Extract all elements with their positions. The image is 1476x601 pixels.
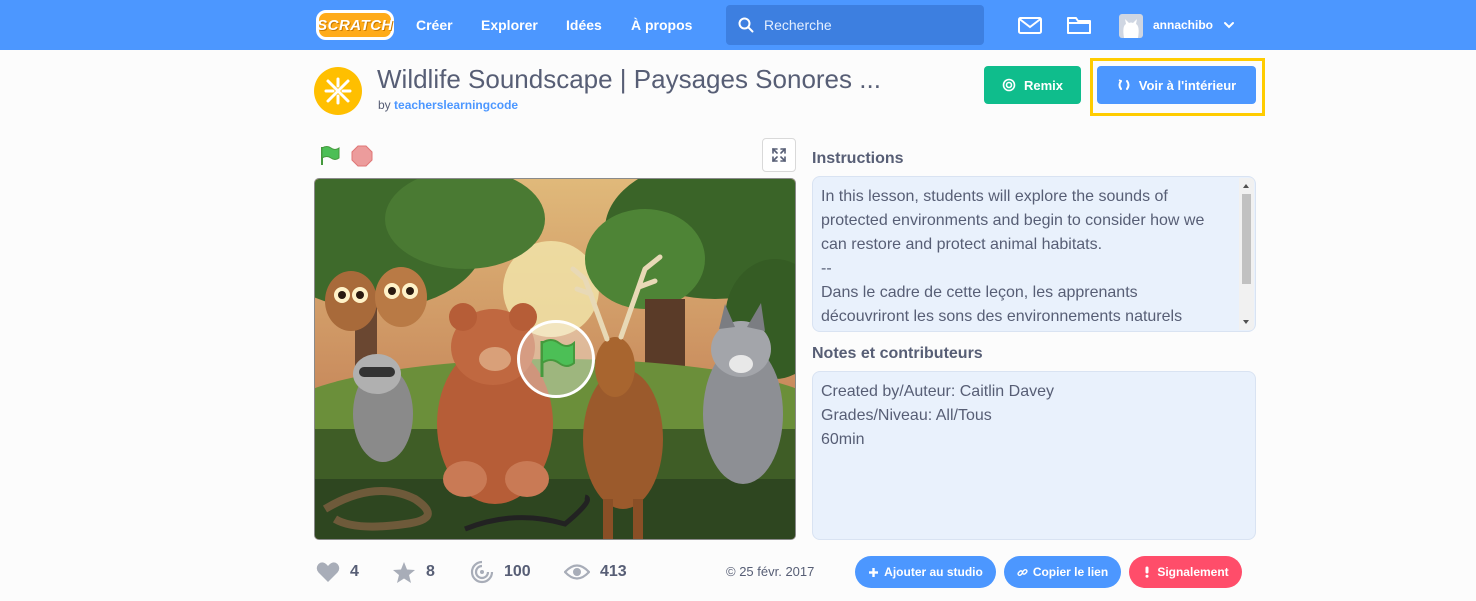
instructions-text[interactable]: In this lesson, students will explore th… — [821, 185, 1229, 329]
flag-report-icon — [1145, 566, 1149, 578]
favorites-count: 8 — [426, 563, 435, 580]
add-to-studio-label: Ajouter au studio — [884, 565, 983, 579]
chevron-down-icon[interactable] — [1222, 18, 1236, 32]
loves-stat[interactable]: 4 — [316, 558, 359, 586]
heart-icon — [316, 562, 340, 582]
messages-icon[interactable] — [1017, 13, 1043, 37]
views-count: 413 — [600, 563, 627, 580]
avatar[interactable] — [1119, 14, 1143, 38]
author-link[interactable]: teacherslearningcode — [394, 98, 518, 112]
nav-about[interactable]: À propos — [631, 0, 692, 50]
eye-icon — [564, 564, 590, 580]
author-avatar-icon — [324, 77, 352, 105]
add-to-studio-button[interactable]: Ajouter au studio — [855, 556, 996, 588]
scroll-down-icon[interactable] — [1243, 320, 1249, 324]
my-stuff-icon[interactable] — [1066, 13, 1092, 37]
project-stage[interactable] — [314, 178, 796, 540]
scratch-logo[interactable]: SCRATCH — [316, 10, 394, 40]
remix-button[interactable]: Remix — [984, 66, 1081, 104]
views-stat: 413 — [564, 558, 627, 586]
remix-label: Remix — [1023, 77, 1064, 93]
nav-explore[interactable]: Explorer — [481, 0, 538, 50]
report-label: Signalement — [1157, 565, 1229, 579]
notes-heading: Notes et contributeurs — [812, 345, 983, 362]
notes-box[interactable]: Created by/Auteur: Caitlin Davey Grades/… — [812, 371, 1256, 540]
nav-ideas[interactable]: Idées — [566, 0, 602, 50]
notes-text[interactable]: Created by/Auteur: Caitlin Davey Grades/… — [821, 380, 1241, 452]
byline: by teacherslearningcode — [378, 98, 518, 112]
remixes-stat: 100 — [470, 558, 531, 586]
username[interactable]: annachibo — [1153, 0, 1213, 50]
see-inside-label: Voir à l'intérieur — [1138, 77, 1237, 93]
link-icon — [1017, 568, 1028, 576]
avatar-cat-icon — [1123, 19, 1139, 38]
instructions-heading: Instructions — [812, 150, 904, 167]
loves-count: 4 — [350, 563, 359, 580]
top-nav: SCRATCH Créer Explorer Idées À propos an… — [0, 0, 1476, 50]
fullscreen-icon — [772, 148, 786, 162]
by-prefix: by — [378, 98, 391, 112]
green-flag-overlay-icon — [540, 339, 575, 377]
remix-icon — [1002, 78, 1016, 92]
fullscreen-button[interactable] — [762, 138, 796, 172]
green-flag-icon[interactable] — [319, 145, 341, 167]
copy-link-button[interactable]: Copier le lien — [1004, 556, 1121, 588]
scroll-up-icon[interactable] — [1243, 184, 1249, 188]
instructions-box[interactable]: In this lesson, students will explore th… — [812, 176, 1256, 332]
plus-icon — [869, 567, 879, 577]
start-overlay-button[interactable] — [517, 320, 595, 398]
scroll-thumb[interactable] — [1242, 194, 1251, 284]
star-icon — [393, 561, 415, 583]
see-inside-button[interactable]: Voir à l'intérieur — [1097, 66, 1256, 104]
project-title[interactable]: Wildlife Soundscape | Paysages Sonores .… — [377, 64, 937, 95]
search-icon — [738, 17, 754, 33]
see-inside-icon — [1118, 79, 1130, 90]
project-author-avatar[interactable] — [314, 67, 362, 115]
copy-link-label: Copier le lien — [1032, 565, 1109, 579]
report-button[interactable]: Signalement — [1129, 556, 1242, 588]
favorites-stat[interactable]: 8 — [392, 558, 435, 586]
share-date: © 25 févr. 2017 — [726, 564, 815, 579]
nav-create[interactable]: Créer — [416, 0, 453, 50]
instructions-scrollbar[interactable] — [1239, 178, 1254, 330]
search-input[interactable] — [764, 17, 964, 33]
stop-icon[interactable] — [351, 145, 373, 167]
remixes-count: 100 — [504, 563, 531, 580]
remix-count-icon — [470, 560, 494, 584]
search-bar[interactable] — [726, 5, 984, 45]
